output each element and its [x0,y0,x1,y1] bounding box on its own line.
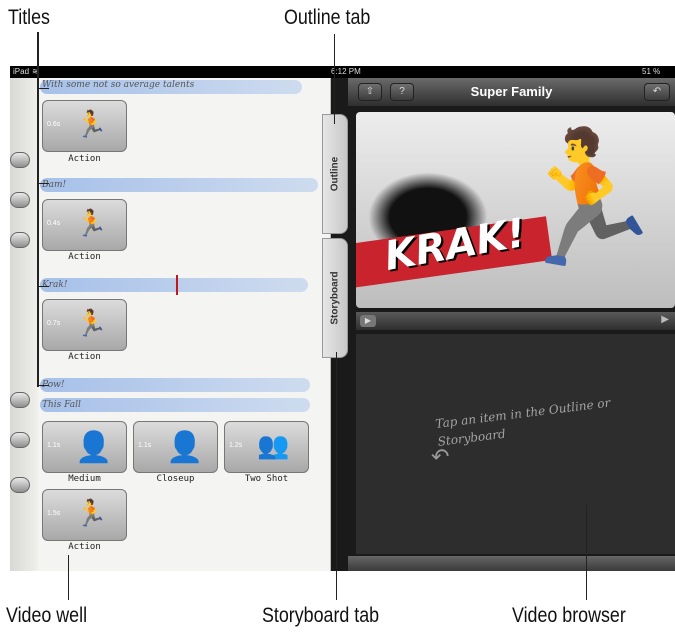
clip-thumbnail[interactable]: 1.2s 👥 [224,421,309,473]
binder-ring [10,192,30,208]
clip-label: Medium [68,474,101,484]
clip-thumbnail[interactable]: 1.1s 👤 [42,421,127,473]
title-strip[interactable] [40,178,318,192]
binder-ring [10,432,30,448]
title-text: Bam! [42,180,67,190]
callout-titles: Titles [8,6,50,29]
project-title: Super Family [470,84,553,99]
title-strip[interactable] [40,278,308,292]
clip-label: Action [68,252,101,262]
top-toolbar: ⇧ ? Super Family ↶ [348,78,675,106]
video-browser[interactable]: Tap an item in the Outline or Storyboard… [356,334,675,554]
clip-label: Action [68,542,101,552]
undo-icon: ↶ [652,86,662,97]
runner-icon: 🏃 [75,208,108,238]
runner-icon: 🏃 [75,498,108,528]
clip-label: Action [68,352,101,362]
clip-duration: 1.1s [47,442,61,449]
undo-button[interactable]: ↶ [644,83,670,101]
tab-storyboard[interactable]: Storyboard [322,238,348,358]
runner-icon: 🏃 [75,109,108,139]
status-bar: iPad ≋ 6:12 PM 51 % [10,66,675,78]
clip-thumbnail[interactable]: 0.4s 🏃 [42,199,127,251]
play-end-icon: ▶ [661,314,669,325]
binder-ring [10,477,30,493]
browser-hint: Tap an item in the Outline or Storyboard [434,395,612,449]
play-button[interactable]: ▶ [360,315,376,327]
device-name: iPad [13,67,30,76]
leader-line [37,286,49,287]
tab-outline-label: Outline [329,156,341,192]
playback-bar[interactable]: ▶ ▶ [356,312,675,330]
title-strip[interactable] [40,378,310,392]
leader-line [37,183,49,184]
callout-outline-tab: Outline tab [284,6,371,29]
callout-storyboard-tab: Storyboard tab [262,604,380,627]
clip-duration: 1.5s [47,510,61,517]
title-text: Krak! [42,280,68,290]
person-medium-icon: 👤 [75,431,113,464]
video-preview[interactable]: 🏃 KRAK! [356,112,675,308]
leader-line [37,385,49,386]
leader-line [334,34,335,124]
clip-thumbnail[interactable]: 0.7s 🏃 [42,299,127,351]
leader-line [37,88,49,89]
runner-icon: 🏃 [506,125,668,271]
clip-label: Closeup [156,474,195,484]
clip-thumbnail[interactable]: 1.1s 👤 [133,421,218,473]
clip-label: Action [68,154,101,164]
clip-duration: 1.1s [138,442,152,449]
tab-storyboard-label: Storyboard [329,271,341,325]
curved-arrow-icon: ↶ [431,444,450,469]
text-cursor [176,275,178,295]
clip-duration: 0.7s [47,320,61,327]
two-people-icon: 👥 [257,430,290,460]
person-closeup-icon: 👤 [166,431,204,464]
play-icon: ▶ [364,316,372,325]
clip-duration: 0.6s [47,121,61,128]
clip-duration: 0.4s [47,220,61,227]
leader-line [68,555,69,600]
leader-line [37,32,39,387]
title-text: This Fall [42,400,81,410]
battery-level: 51 % [642,67,661,76]
leader-line [586,505,587,600]
callout-video-well: Video well [6,604,88,627]
clip-thumbnail[interactable]: 1.5s 🏃 [42,489,127,541]
preview-pane: ⇧ ? Super Family ↶ 🏃 KRAK! ▶ ▶ Tap an it… [348,78,675,571]
clip-thumbnail[interactable]: 0.6s 🏃 [42,100,127,152]
ipad-screen: iPad ≋ 6:12 PM 51 % With some not so ave… [10,66,675,571]
clock: 6:12 PM [331,67,361,76]
clip-duration: 1.2s [229,442,243,449]
binder-ring [10,152,30,168]
binder-ring [10,232,30,248]
runner-icon: 🏃 [75,308,108,338]
callout-video-browser: Video browser [512,604,626,627]
tab-outline[interactable]: Outline [322,114,348,234]
leader-line [336,352,337,600]
bottom-bar [348,556,675,571]
title-text: With some not so average talents [42,80,195,90]
clip-label: Two Shot [244,474,289,484]
binder-ring [10,392,30,408]
